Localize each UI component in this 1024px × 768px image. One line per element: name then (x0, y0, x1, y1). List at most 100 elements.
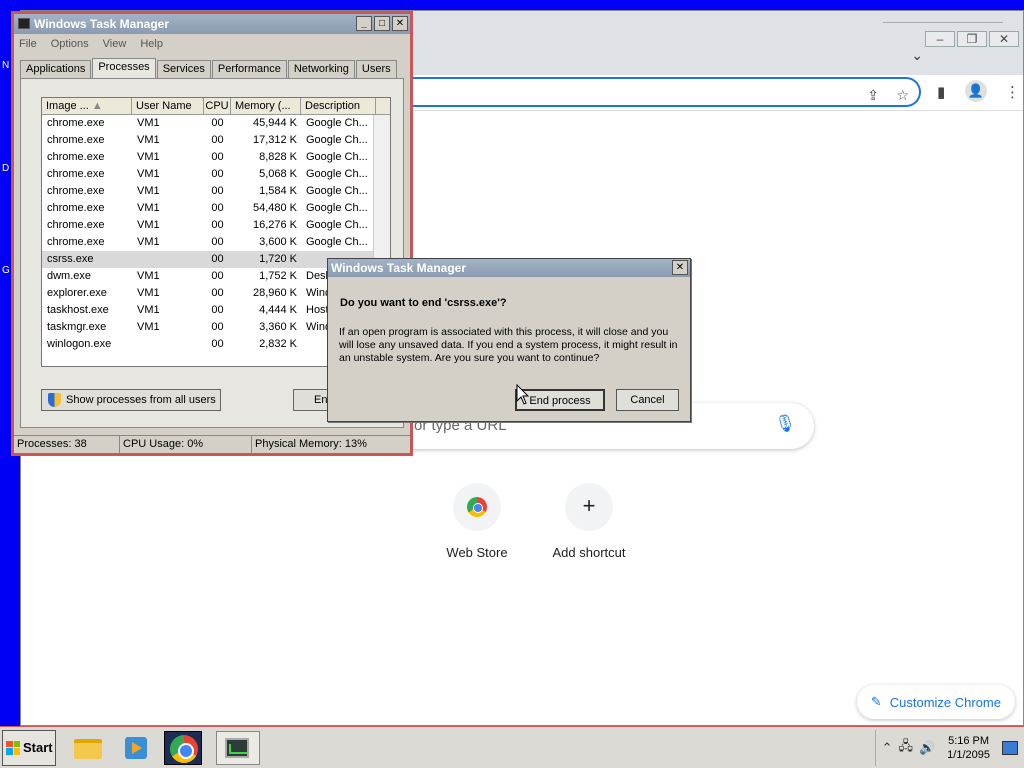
tab-networking[interactable]: Networking (287, 60, 355, 78)
table-row[interactable]: chrome.exe VM1 00 45,944 K Google Ch... (42, 115, 390, 132)
table-row[interactable]: chrome.exe VM1 00 17,312 K Google Ch... (42, 132, 390, 149)
cell-cpu: 00 (211, 338, 224, 350)
cell-cpu: 00 (211, 202, 224, 214)
side-panel-icon[interactable]: ▮ (937, 83, 945, 101)
tab-applications[interactable]: Applications (20, 60, 92, 78)
column-memory[interactable]: Memory (... (231, 98, 301, 114)
address-bar[interactable]: ⇪ ☆ (401, 77, 921, 107)
system-tray: ⌃ 🖧 🔊 5:16 PM 1/1/2095 (874, 730, 1024, 766)
menu-file[interactable]: File (19, 38, 37, 50)
minimize-button[interactable]: – (925, 31, 955, 47)
table-row[interactable]: chrome.exe VM1 00 5,068 K Google Ch... (42, 166, 390, 183)
menu-view[interactable]: View (103, 38, 127, 50)
chrome-window-controls: – ❐ ✕ (925, 31, 1019, 47)
microphone-icon[interactable]: 🎙 (774, 414, 796, 434)
tm-window-controls: _ □ ✕ (356, 16, 408, 31)
uac-shield-icon (48, 393, 61, 407)
column-description[interactable]: Description (301, 98, 376, 114)
chrome-icon (170, 735, 198, 763)
task-manager-titlebar[interactable]: Windows Task Manager _ □ ✕ (14, 14, 410, 34)
show-hidden-icons-icon[interactable]: ⌃ (882, 740, 893, 756)
cell-image-name: taskmgr.exe (47, 321, 107, 333)
cell-user-name: VM1 (137, 270, 160, 282)
status-processes: Processes: 38 (14, 436, 120, 453)
restore-button[interactable]: ❐ (957, 31, 987, 47)
cell-cpu: 00 (211, 287, 224, 299)
desktop-icon-label: D (2, 163, 10, 174)
desktop-icon-label: G (2, 265, 10, 276)
cell-memory: 17,312 K (252, 134, 297, 146)
column-image-name[interactable]: Image ... ▲ (42, 98, 132, 114)
cell-user-name: VM1 (137, 202, 160, 214)
taskbar-chrome[interactable] (164, 731, 202, 765)
table-row[interactable]: chrome.exe VM1 00 1,584 K Google Ch... (42, 183, 390, 200)
network-icon[interactable]: 🖧 (898, 737, 913, 759)
dialog-message: If an open program is associated with th… (339, 326, 678, 364)
menu-bar: File Options View Help (14, 34, 410, 54)
dialog-titlebar[interactable]: Windows Task Manager ✕ (328, 259, 690, 277)
cell-user-name: VM1 (137, 321, 160, 333)
cell-description: Google Ch... (306, 236, 368, 248)
column-cpu[interactable]: CPU (204, 98, 231, 114)
status-bar: Processes: 38 CPU Usage: 0% Physical Mem… (14, 435, 410, 453)
status-memory: Physical Memory: 13% (255, 438, 367, 450)
close-button[interactable]: ✕ (672, 260, 688, 275)
cell-cpu: 00 (211, 134, 224, 146)
show-all-processes-button[interactable]: Show processes from all users (41, 389, 221, 411)
cell-user-name: VM1 (137, 168, 160, 180)
show-all-label: Show processes from all users (66, 394, 216, 406)
process-list-header: Image ... ▲ User Name CPU Memory (... De… (42, 98, 390, 115)
close-button[interactable]: ✕ (392, 16, 408, 31)
show-desktop-button[interactable] (1002, 741, 1018, 755)
share-icon[interactable]: ⇪ (867, 87, 879, 104)
table-row[interactable]: chrome.exe VM1 00 3,600 K Google Ch... (42, 234, 390, 251)
menu-kebab-icon[interactable]: ⋮ (1005, 83, 1020, 101)
dialog-title: Windows Task Manager (331, 261, 467, 275)
cancel-button[interactable]: Cancel (616, 389, 679, 411)
cell-memory: 3,600 K (259, 236, 297, 248)
tab-services[interactable]: Services (156, 60, 211, 78)
shortcut-tile: + (565, 483, 613, 531)
star-icon[interactable]: ☆ (896, 87, 909, 104)
start-label: Start (23, 740, 53, 755)
shortcut-web-store[interactable]: Web Store (427, 483, 527, 560)
table-row[interactable]: chrome.exe VM1 00 54,480 K Google Ch... (42, 200, 390, 217)
shortcut-add[interactable]: + Add shortcut (539, 483, 639, 560)
folder-icon (74, 739, 102, 759)
minimize-button[interactable]: _ (356, 16, 372, 31)
cell-image-name: chrome.exe (47, 236, 105, 248)
cell-memory: 1,752 K (259, 270, 297, 282)
start-button[interactable]: Start (2, 729, 56, 766)
taskbar-task-manager[interactable] (216, 731, 260, 765)
tab-performance[interactable]: Performance (211, 60, 287, 78)
task-manager-icon (225, 738, 249, 758)
cell-memory: 3,360 K (259, 321, 297, 333)
cell-user-name: VM1 (137, 134, 160, 146)
taskbar-media-player[interactable] (116, 731, 154, 765)
cell-image-name: chrome.exe (47, 117, 105, 129)
table-row[interactable]: chrome.exe VM1 00 16,276 K Google Ch... (42, 217, 390, 234)
table-row[interactable]: chrome.exe VM1 00 8,828 K Google Ch... (42, 149, 390, 166)
cell-user-name: VM1 (137, 287, 160, 299)
cell-image-name: chrome.exe (47, 168, 105, 180)
tab-processes[interactable]: Processes (92, 58, 156, 78)
cell-image-name: chrome.exe (47, 134, 105, 146)
customize-chrome-button[interactable]: ✎ Customize Chrome (856, 685, 1015, 719)
cell-cpu: 00 (211, 117, 224, 129)
menu-options[interactable]: Options (51, 38, 89, 50)
tab-users[interactable]: Users (355, 60, 397, 78)
menu-help[interactable]: Help (140, 38, 163, 50)
profile-avatar-icon[interactable]: 👤 (965, 80, 987, 102)
column-user-name[interactable]: User Name (132, 98, 204, 114)
customize-label: Customize Chrome (889, 694, 1001, 710)
cell-cpu: 00 (211, 253, 224, 265)
cell-cpu: 00 (211, 304, 224, 316)
tab-strip: Applications Processes Services Performa… (20, 58, 398, 78)
maximize-button[interactable]: □ (374, 16, 390, 31)
mouse-cursor-icon (516, 384, 530, 405)
chevron-down-icon[interactable]: ⌄ (911, 47, 923, 64)
clock[interactable]: 5:16 PM 1/1/2095 (947, 734, 990, 762)
volume-icon[interactable]: 🔊 (919, 740, 935, 756)
close-button[interactable]: ✕ (989, 31, 1019, 47)
taskbar-explorer[interactable] (68, 731, 106, 765)
